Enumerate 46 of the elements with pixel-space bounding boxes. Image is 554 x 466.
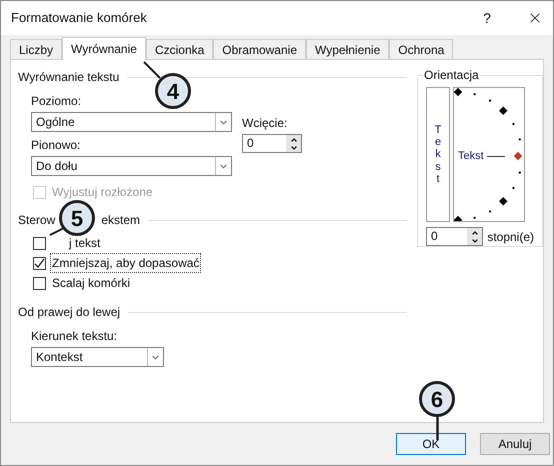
- help-button[interactable]: ?: [477, 8, 497, 28]
- checkbox-label[interactable]: Zmniejszaj, aby dopasować: [50, 253, 202, 273]
- dropdown[interactable]: Kontekst: [31, 347, 164, 367]
- vertical-text-button[interactable]: Tekst: [426, 87, 450, 222]
- checkbox-label: Wyjustuj rozłożone: [52, 184, 153, 201]
- group-title: Wyrównanie tekstu: [18, 69, 120, 86]
- leader-line: [436, 416, 439, 440]
- group-title: Od prawej do lewej: [18, 304, 120, 321]
- tab[interactable]: Obramowanie: [213, 39, 306, 59]
- dial-text: Tekst: [458, 149, 484, 164]
- dialog-button[interactable]: OK: [396, 433, 466, 455]
- checkbox-label[interactable]: j tekst: [50, 233, 102, 253]
- vertical-text: Tekst: [434, 124, 442, 185]
- group-title: Orientacja: [423, 67, 480, 84]
- tab[interactable]: Wypełnienie: [306, 39, 390, 59]
- spin-field[interactable]: 0: [426, 227, 484, 246]
- dropdown[interactable]: Ogólne: [31, 112, 232, 132]
- tab[interactable]: Czcionka: [146, 39, 214, 59]
- tab[interactable]: Wyrównanie: [62, 37, 146, 60]
- tab[interactable]: Ochrona: [389, 39, 454, 59]
- checkbox[interactable]: [33, 256, 46, 270]
- tab[interactable]: Liczby: [10, 39, 62, 59]
- group-title: ekstem: [101, 212, 140, 229]
- field-label: Pionowo:: [31, 137, 82, 154]
- field-label: Poziomo:: [31, 93, 82, 110]
- field-label: stopni(e): [487, 228, 534, 246]
- spin-value: 0: [246, 135, 255, 152]
- group-title: Sterow: [18, 212, 56, 229]
- orientation-dial[interactable]: Tekst: [453, 87, 525, 222]
- spin-arrows-icon[interactable]: [286, 135, 301, 152]
- field-label: Kierunek tekstu:: [31, 328, 118, 345]
- checkbox[interactable]: [33, 276, 46, 290]
- window-title: Formatowanie komórek: [11, 9, 148, 28]
- spin-field[interactable]: 0: [242, 134, 302, 153]
- spin-value: 0: [430, 228, 439, 245]
- dropdown-value: Ogólne: [35, 114, 76, 131]
- dialog-button[interactable]: Anuluj: [480, 433, 550, 455]
- leader-line: [143, 61, 161, 79]
- dropdown-value: Kontekst: [35, 349, 84, 366]
- spin-arrows-icon[interactable]: [467, 228, 482, 245]
- leader-line: [49, 227, 65, 236]
- field-label: Wcięcie:: [242, 115, 288, 132]
- checkbox[interactable]: [33, 236, 46, 250]
- dropdown-value: Do dołu: [35, 158, 78, 175]
- checkbox-label[interactable]: Scalaj komórki: [50, 273, 132, 293]
- dropdown[interactable]: Do dołu: [31, 156, 232, 176]
